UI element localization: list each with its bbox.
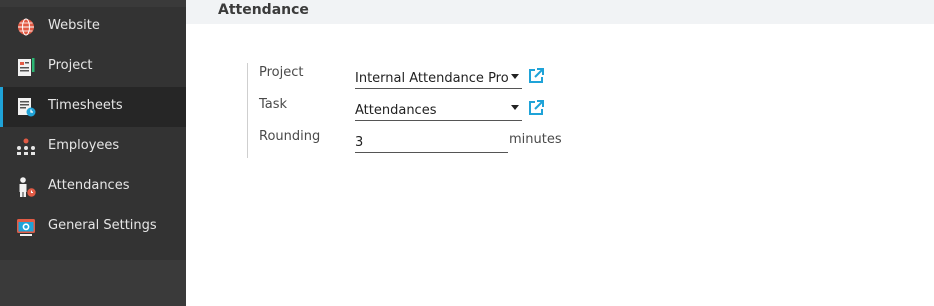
rounding-label: Rounding [259,129,321,144]
external-link-icon[interactable] [527,67,545,85]
rounding-unit: minutes [509,132,562,147]
rounding-input[interactable]: 3 [355,131,508,153]
project-label: Project [259,65,304,80]
task-select[interactable]: Attendances [355,99,522,121]
task-value: Attendances [355,103,437,118]
sidebar-menu: Website Project Timesheets Employees Att… [0,7,186,260]
sidebar-item-attendances[interactable]: Attendances [0,167,186,207]
sidebar-item-label: Project [48,58,93,73]
chevron-down-icon[interactable] [511,105,519,110]
project-select[interactable]: Internal Attendance Pro [355,67,522,89]
globe-icon [18,18,34,36]
section-header: Attendance [186,0,934,24]
sidebar-item-label: General Settings [48,218,157,233]
sidebar-item-website[interactable]: Website [0,7,186,47]
sidebar-item-label: Timesheets [48,98,123,113]
sidebar-item-timesheets[interactable]: Timesheets [0,87,186,127]
sidebar-item-general-settings[interactable]: General Settings [0,207,186,247]
employees-icon [17,138,35,155]
page-title: Attendance [218,2,309,18]
project-value: Internal Attendance Pro [355,71,509,86]
external-link-icon[interactable] [527,99,545,117]
project-icon [18,58,35,76]
sidebar-item-employees[interactable]: Employees [0,127,186,167]
timesheet-icon [18,98,36,117]
sidebar-item-project[interactable]: Project [0,47,186,87]
attendances-icon [19,177,36,197]
chevron-down-icon[interactable] [511,74,519,79]
sidebar-item-label: Employees [48,138,120,153]
general-settings-icon [17,219,35,236]
sidebar-item-label: Attendances [48,178,130,193]
form-divider [247,63,248,158]
sidebar-item-label: Website [48,18,100,33]
task-label: Task [259,97,288,112]
rounding-value: 3 [355,135,364,150]
sidebar: Website Project Timesheets Employees Att… [0,0,186,306]
